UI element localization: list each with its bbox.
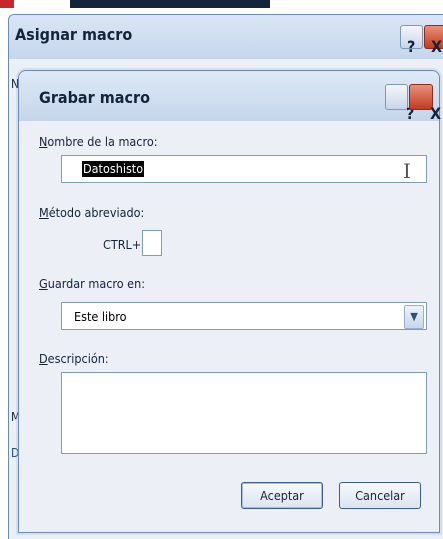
close-button[interactable]: X: [409, 84, 441, 123]
record-macro-title: Grabar macro: [39, 88, 150, 107]
record-macro-dialog: Grabar macro ? X Nombre de la macro: Dat…: [18, 70, 441, 533]
ctrl-prefix-label: CTRL+: [103, 237, 142, 252]
help-button[interactable]: ?: [385, 84, 414, 123]
text-cursor-icon: I: [403, 159, 411, 183]
cancel-button[interactable]: Cancelar: [339, 482, 421, 509]
accept-button[interactable]: Aceptar: [241, 482, 323, 509]
macro-name-label: Nombre de la macro:: [39, 134, 158, 149]
description-label: Descripción:: [39, 351, 109, 366]
macro-name-input[interactable]: Datoshisto I: [61, 155, 427, 183]
help-icon: ?: [407, 37, 416, 56]
store-in-select[interactable]: Este libro ▼: [61, 302, 427, 330]
background-red-shape: [0, 0, 14, 8]
chevron-down-icon[interactable]: ▼: [404, 305, 424, 329]
description-accel: D: [39, 351, 48, 366]
description-textarea[interactable]: [61, 372, 427, 454]
shortcut-label: Método abreviado:: [39, 205, 144, 220]
record-macro-titlebar[interactable]: Grabar macro ? X: [19, 71, 441, 123]
assign-macro-title: Asignar macro: [15, 25, 133, 44]
assign-macro-close-button[interactable]: X: [424, 25, 443, 56]
store-in-selected-value: Este libro: [74, 309, 127, 324]
assign-macro-titlebar: Asignar macro ? X: [9, 15, 443, 59]
background-dark-bar: [70, 0, 270, 8]
description-label-text: escripción:: [47, 351, 109, 366]
shortcut-accel: M: [39, 205, 49, 220]
background-window-strip: [0, 0, 443, 14]
shortcut-key-input[interactable]: [142, 230, 162, 256]
assign-macro-help-button[interactable]: ?: [400, 25, 423, 56]
store-in-accel: G: [39, 276, 48, 291]
store-in-label-text: uardar macro en:: [47, 276, 146, 291]
macro-name-label-text: ombre de la macro:: [47, 134, 158, 149]
macro-name-selected-text: Datoshisto: [82, 161, 145, 177]
shortcut-label-text: étodo abreviado:: [48, 205, 145, 220]
store-in-label: Guardar macro en:: [39, 276, 145, 291]
close-icon: X: [431, 37, 443, 56]
close-icon: X: [430, 104, 442, 123]
